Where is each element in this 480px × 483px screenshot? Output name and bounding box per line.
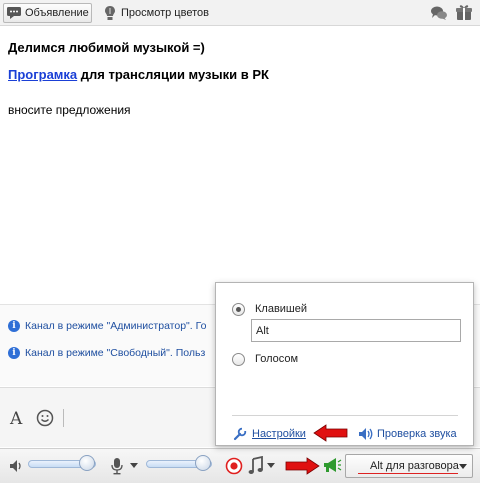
announcement-label: Объявление <box>25 7 89 19</box>
notice-free-mode: i Канал в режиме "Свободный". Польз <box>8 345 214 361</box>
voice-control-bar: Alt для разговора <box>0 448 480 483</box>
music-note-icon[interactable] <box>248 456 264 476</box>
radio-voice[interactable] <box>232 353 245 366</box>
color-preview-icon <box>105 6 115 20</box>
record-icon[interactable] <box>225 457 243 475</box>
volume-slider[interactable] <box>28 455 96 471</box>
push-to-talk-select[interactable]: Alt для разговора <box>345 454 473 478</box>
wrench-icon <box>233 427 247 441</box>
info-icon: i <box>8 320 20 332</box>
push-to-talk-label: Alt для разговора <box>370 460 459 472</box>
chevron-down-icon <box>459 464 467 469</box>
announcement-icon <box>7 7 21 19</box>
info-icon: i <box>8 347 20 359</box>
popup-divider <box>232 415 458 416</box>
radio-voice-label: Голосом <box>255 353 299 365</box>
program-link[interactable]: Програмка <box>8 67 77 82</box>
megaphone-icon[interactable] <box>322 456 342 476</box>
smiley-icon[interactable] <box>36 409 54 427</box>
push-to-talk-popup: Клавишей Alt Голосом Настройки Проверка … <box>215 282 474 446</box>
notice-text: Канал в режиме "Администратор". Го <box>25 320 207 332</box>
hotkey-field[interactable]: Alt <box>251 319 461 342</box>
notice-text: Канал в режиме "Свободный". Польз <box>25 347 206 359</box>
color-preview-button[interactable]: Просмотр цветов <box>100 3 212 23</box>
red-arrow-annotation <box>285 457 320 475</box>
speaker-icon[interactable] <box>8 458 24 474</box>
radio-key[interactable] <box>232 303 245 316</box>
suggestions-text: вносите предложения <box>8 103 131 117</box>
announcement-button[interactable]: Объявление <box>3 3 92 23</box>
mic-dropdown-icon[interactable] <box>130 463 138 469</box>
color-preview-label: Просмотр цветов <box>121 7 209 19</box>
font-icon[interactable]: A <box>10 409 22 429</box>
red-underline-annotation <box>358 473 458 474</box>
channel-heading: Делимся любимой музыкой =) <box>8 40 205 55</box>
top-toolbar: Объявление Просмотр цветов <box>0 0 480 26</box>
input-separator <box>63 409 64 427</box>
sound-check-link[interactable]: Проверка звука <box>377 428 457 440</box>
microphone-icon[interactable] <box>110 457 124 475</box>
music-dropdown-icon[interactable] <box>267 463 275 469</box>
microphone-slider-knob[interactable] <box>195 455 211 471</box>
radio-key-label: Клавишей <box>255 303 308 315</box>
red-arrow-annotation <box>313 424 348 442</box>
gift-icon[interactable] <box>455 4 473 22</box>
chat-bubbles-icon[interactable] <box>430 4 448 22</box>
sound-check-icon <box>359 428 373 440</box>
settings-link[interactable]: Настройки <box>252 428 306 440</box>
notice-admin-mode: i Канал в режиме "Администратор". Го <box>8 318 214 334</box>
microphone-slider[interactable] <box>146 455 212 471</box>
program-line: Програмка для трансляции музыки в РК <box>8 67 269 82</box>
volume-slider-knob[interactable] <box>79 455 95 471</box>
channel-description: Делимся любимой музыкой =) Програмка для… <box>0 27 480 304</box>
program-line-rest: для трансляции музыки в РК <box>77 67 269 82</box>
